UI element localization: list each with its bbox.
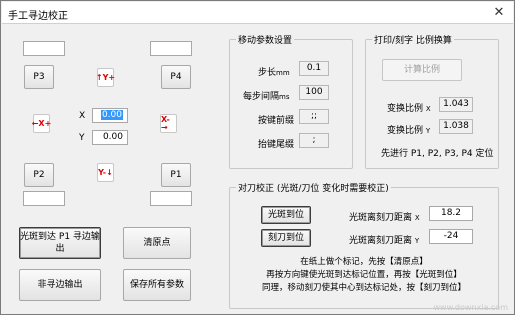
clear-origin-button[interactable]: 清原点 bbox=[123, 227, 191, 259]
distance-x-value[interactable]: 18.2 bbox=[429, 206, 473, 221]
spot-in-position-button[interactable]: 光斑到位 bbox=[261, 206, 311, 224]
arrow-right-icon[interactable]: X-→ bbox=[160, 114, 177, 133]
distance-x-axis: X bbox=[414, 214, 420, 222]
distance-x-label: 光斑离刻刀距离 X bbox=[349, 210, 420, 223]
p4-coordinate-field[interactable] bbox=[150, 41, 192, 56]
interval-unit: ms bbox=[279, 93, 290, 101]
instruction-line-2: 再按方向键使光斑到达标记位置，再按【光斑到位】 bbox=[266, 270, 462, 280]
ratio-y-label-text: 变换比例 bbox=[387, 126, 424, 136]
ratio-x-label: 变换比例 X bbox=[387, 101, 431, 114]
key-prefix-input[interactable]: ;; bbox=[299, 109, 329, 124]
distance-x-label-text: 光斑离刻刀距离 bbox=[349, 213, 413, 223]
y-coord-field[interactable]: 0.00 bbox=[92, 130, 128, 145]
watermark-text: www.downxia.com bbox=[433, 303, 508, 312]
arrow-up-icon[interactable]: ↑Y+ bbox=[96, 68, 115, 87]
spot-to-p1-output-button[interactable]: 光斑到达 P1 寻边输出 bbox=[19, 227, 101, 259]
title-bar: 手工寻边校正 ✕ bbox=[2, 2, 513, 24]
x-coord-label: X bbox=[79, 111, 86, 121]
interval-label: 每步间隔ms bbox=[243, 89, 289, 102]
step-label-text: 步长 bbox=[258, 68, 277, 78]
distance-y-label-text: 光斑离刻刀距离 bbox=[349, 236, 413, 246]
y-coord-label: Y bbox=[79, 133, 85, 143]
instruction-line-3: 同理，移动刻刀使其中心到达标记处，按【刻刀到位】 bbox=[261, 283, 466, 293]
arrow-left-icon[interactable]: ←X+ bbox=[32, 114, 51, 133]
main-window: 手工寻边校正 ✕ P3 ↑Y+ P4 ←X+ X 0.00 X-→ Y 0.00… bbox=[0, 0, 515, 315]
distance-y-label: 光斑离刻刀距离 Y bbox=[349, 233, 419, 246]
close-icon[interactable]: ✕ bbox=[489, 5, 509, 21]
step-label: 步长mm bbox=[258, 65, 290, 78]
knife-in-position-button[interactable]: 刻刀到位 bbox=[261, 229, 311, 247]
ratio-x-value: 1.043 bbox=[439, 97, 473, 112]
ratio-x-axis: X bbox=[425, 105, 431, 113]
interval-input[interactable]: 100 bbox=[299, 85, 329, 100]
p1-button[interactable]: P1 bbox=[161, 163, 191, 187]
distance-y-value[interactable]: -24 bbox=[429, 229, 473, 244]
align-correction-title: 对刀校正 (光斑/刀位 变化时需要校正) bbox=[236, 181, 391, 194]
p3-coordinate-field[interactable] bbox=[23, 41, 65, 56]
x-coord-value: 0.00 bbox=[100, 110, 123, 120]
ratio-y-axis: Y bbox=[425, 127, 431, 135]
p3-button[interactable]: P3 bbox=[24, 65, 54, 89]
move-params-title: 移动参数设置 bbox=[236, 33, 295, 46]
key-suffix-input[interactable]: ; bbox=[299, 133, 329, 148]
step-input[interactable]: 0.1 bbox=[299, 61, 329, 76]
ratio-x-label-text: 变换比例 bbox=[387, 104, 424, 114]
print-ratio-title: 打印/刻字 比例换算 bbox=[372, 33, 454, 46]
p2-button[interactable]: P2 bbox=[24, 163, 54, 187]
distance-y-axis: Y bbox=[414, 237, 420, 245]
p4-button[interactable]: P4 bbox=[161, 65, 191, 89]
key-suffix-label: 抬键尾缀 bbox=[258, 140, 295, 150]
x-coord-field[interactable]: 0.00 bbox=[92, 108, 128, 123]
save-all-params-button[interactable]: 保存所有参数 bbox=[123, 269, 191, 301]
non-edge-output-button[interactable]: 非寻边输出 bbox=[19, 269, 101, 301]
p1-coordinate-field[interactable] bbox=[150, 191, 192, 206]
step-unit: mm bbox=[276, 69, 290, 77]
interval-label-text: 每步间隔 bbox=[243, 92, 280, 102]
calculate-ratio-button[interactable]: 计算比例 bbox=[382, 59, 462, 81]
ratio-hint: 先进行 P1, P2, P3, P4 定位 bbox=[381, 149, 494, 159]
p2-coordinate-field[interactable] bbox=[23, 191, 65, 206]
arrow-down-icon[interactable]: Y-↓ bbox=[97, 163, 114, 182]
window-title: 手工寻边校正 bbox=[8, 11, 68, 22]
instruction-line-1: 在纸上做个标记，先按【清原点】 bbox=[300, 257, 428, 267]
key-prefix-label: 按键前缀 bbox=[258, 116, 295, 126]
ratio-y-value: 1.038 bbox=[439, 119, 473, 134]
ratio-y-label: 变换比例 Y bbox=[387, 123, 430, 136]
